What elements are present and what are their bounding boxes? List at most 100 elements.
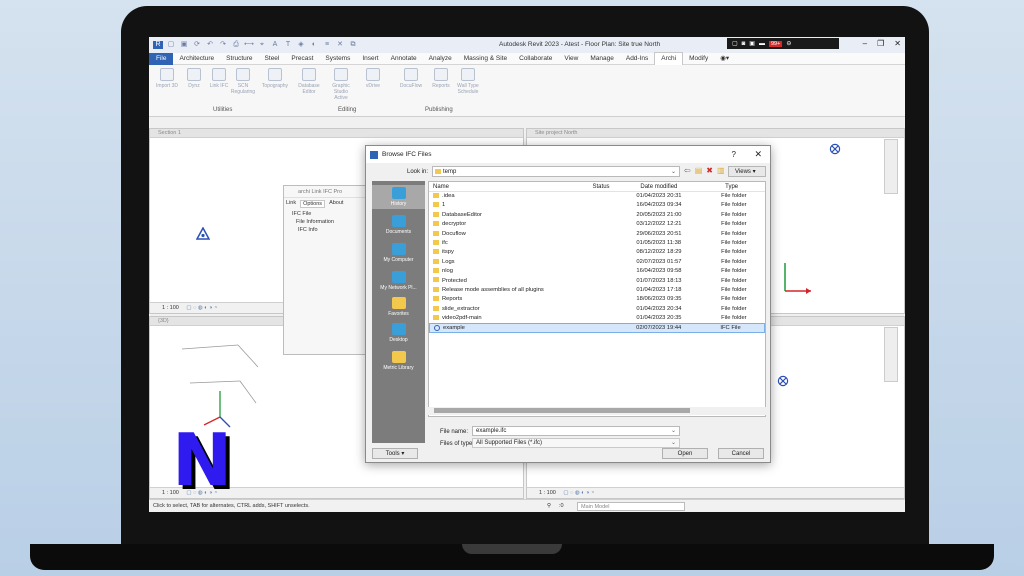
tab-annotate[interactable]: Annotate (385, 53, 423, 65)
file-row[interactable]: DatabaseEditor 20/05/2023 21:00 File folde… (429, 211, 765, 220)
section-icon[interactable]: ◐ (309, 41, 319, 49)
ribbon-button-wall-type-schedule[interactable]: Wall Type Schedule (454, 68, 482, 95)
tab-massing-site[interactable]: Massing & Site (458, 53, 513, 65)
view-controls-icons[interactable]: ▢ ◌ ◍ ◐ ◑ ◔ (186, 305, 217, 311)
tools-button[interactable]: Tools ▾ (372, 448, 418, 459)
tab-add-ins[interactable]: Add-Ins (620, 53, 654, 65)
chevron-down-icon[interactable]: ⌄ (671, 427, 676, 436)
place-metric-library[interactable]: Metric Library (372, 349, 425, 373)
camera-icon[interactable]: ◙ (742, 41, 746, 47)
scrollbar-thumb[interactable] (434, 408, 690, 413)
chevron-down-icon[interactable]: ⌄ (671, 167, 676, 177)
file-name-input[interactable]: example.ifc ⌄ (472, 426, 680, 436)
file-row[interactable]: decryptor 03/12/2022 12:21 File folder (429, 220, 765, 229)
new-folder-icon[interactable]: ▥ (717, 166, 725, 175)
tab-systems[interactable]: Systems (319, 53, 356, 65)
place-history[interactable]: History (372, 185, 425, 209)
navigation-bar[interactable] (884, 327, 898, 382)
tab-collaborate[interactable]: Collaborate (513, 53, 558, 65)
delete-icon[interactable]: ✖ (706, 166, 713, 175)
dimension-icon[interactable]: ⌖ (257, 41, 267, 49)
ribbon-button-dynz[interactable]: Dynz (180, 68, 208, 89)
file-row[interactable]: Protected 01/07/2023 18:13 File folder (429, 277, 765, 286)
tab-manage[interactable]: Manage (584, 53, 620, 65)
save-icon[interactable]: ▣ (179, 41, 189, 49)
undo-icon[interactable]: ↶ (205, 41, 215, 49)
maximize-button[interactable]: ❐ (877, 39, 884, 48)
chevron-down-icon[interactable]: ⌄ (671, 439, 676, 448)
close-window-button[interactable]: ✕ (894, 39, 901, 48)
open-icon[interactable]: ▢ (166, 41, 176, 49)
file-row[interactable]: ifc 01/05/2023 11:38 File folder (429, 239, 765, 248)
tab-modify[interactable]: Modify (683, 53, 714, 65)
screen-icon[interactable]: ▣ (749, 40, 755, 47)
record-icon[interactable]: ▢ (732, 40, 738, 47)
file-row[interactable]: .idea 01/04/2023 20:31 File folder (429, 192, 765, 201)
ribbon-button-reports[interactable]: Reports (427, 68, 455, 89)
tab-insert[interactable]: Insert (356, 53, 384, 65)
file-row[interactable]: slide_extractor 01/04/2023 20:34 File fold… (429, 305, 765, 314)
navigation-bar[interactable] (884, 139, 898, 194)
ribbon-button-import-3d[interactable]: Import 3D (153, 68, 181, 89)
up-folder-icon[interactable]: ▤ (695, 166, 703, 175)
tab-structure[interactable]: Structure (220, 53, 258, 65)
main-model-field[interactable]: Main Model (577, 502, 685, 511)
minimize-button[interactable]: – (863, 39, 867, 48)
ribbon-button-docuflow[interactable]: DocuFlow (397, 68, 425, 89)
redo-icon[interactable]: ↷ (218, 41, 228, 49)
survey-point-icon[interactable] (829, 143, 841, 155)
place-my-network-pl-[interactable]: My Network Pl... (372, 269, 425, 293)
back-icon[interactable]: ⇦ (684, 166, 691, 175)
survey-point-icon[interactable] (777, 375, 789, 387)
cancel-button[interactable]: Cancel (718, 448, 764, 459)
file-row[interactable]: Docuflow 29/06/2023 20:51 File folder (429, 230, 765, 239)
tag-icon[interactable]: A (270, 41, 280, 49)
section-marker-icon[interactable] (196, 227, 210, 241)
col-date[interactable]: Date modified (636, 182, 721, 191)
menu-link[interactable]: Link (286, 200, 296, 208)
file-row[interactable]: video2pdf-main 01/04/2023 20:35 File folde… (429, 314, 765, 323)
menu-about[interactable]: About (329, 200, 343, 208)
view-scale[interactable]: 1 : 100 (539, 490, 556, 496)
ribbon-button-topography[interactable]: Topography (261, 68, 289, 89)
place-favorites[interactable]: Favorites (372, 295, 425, 319)
tree-ifc-info[interactable]: IFC Info (284, 226, 372, 234)
file-row[interactable]: Release mode assemblies of all plugins 01… (429, 286, 765, 295)
tab-archi[interactable]: Archi (654, 52, 684, 65)
view-controls-icons[interactable]: ▢ ◌ ◍ ◐ ◑ ◔ (563, 490, 594, 496)
stop-icon[interactable]: ⊖ (786, 40, 791, 47)
tab-file[interactable]: File (149, 52, 174, 65)
tree-file-information[interactable]: File Information (284, 218, 372, 226)
file-row[interactable]: nlog 16/04/2023 09:58 File folder (429, 267, 765, 276)
tab-view[interactable]: View (558, 53, 584, 65)
col-status[interactable]: Status (589, 182, 637, 191)
place-desktop[interactable]: Desktop (372, 321, 425, 345)
ribbon-button-scn-regularing[interactable]: SCN Regularing (229, 68, 257, 95)
close-hidden-icon[interactable]: ✕ (335, 41, 345, 49)
look-in-select[interactable]: temp ⌄ (432, 166, 680, 177)
tab-analyze[interactable]: Analyze (423, 53, 458, 65)
col-type[interactable]: Type (721, 182, 765, 191)
tab-precast[interactable]: Precast (285, 53, 319, 65)
sync-icon[interactable]: ⟳ (192, 41, 202, 49)
file-row[interactable]: example 02/07/2023 19:44 IFC File (429, 323, 765, 333)
view-scale[interactable]: 1 : 100 (162, 305, 179, 311)
text-icon[interactable]: T (283, 41, 293, 49)
file-row[interactable]: Logs 02/07/2023 01:57 File folder (429, 258, 765, 267)
tree-ifc-file[interactable]: IFC File (284, 210, 372, 218)
open-button[interactable]: Open (662, 448, 708, 459)
file-row[interactable]: itspy 08/12/2022 18:29 File folder (429, 248, 765, 257)
menu-options[interactable]: Options (300, 200, 326, 208)
3d-icon[interactable]: ◈ (296, 41, 306, 49)
file-type-select[interactable]: All Supported Files (*.ifc) ⌄ (472, 438, 680, 448)
help-button[interactable]: ? (732, 150, 736, 159)
ribbon-button-vdrive[interactable]: vDrive (359, 68, 387, 89)
horizontal-scrollbar[interactable] (428, 407, 766, 415)
contextual-tab-icon[interactable]: ◉▾ (714, 53, 735, 65)
tab-architecture[interactable]: Architecture (173, 53, 220, 65)
print-icon[interactable]: ⎙ (231, 41, 241, 49)
col-name[interactable]: Name (429, 182, 589, 191)
ribbon-button-graphic-studio-active[interactable]: Graphic Studio Active (327, 68, 355, 101)
file-row[interactable]: Reports 18/06/2023 09:35 File folder (429, 295, 765, 304)
thin-lines-icon[interactable]: ≡ (322, 41, 332, 49)
